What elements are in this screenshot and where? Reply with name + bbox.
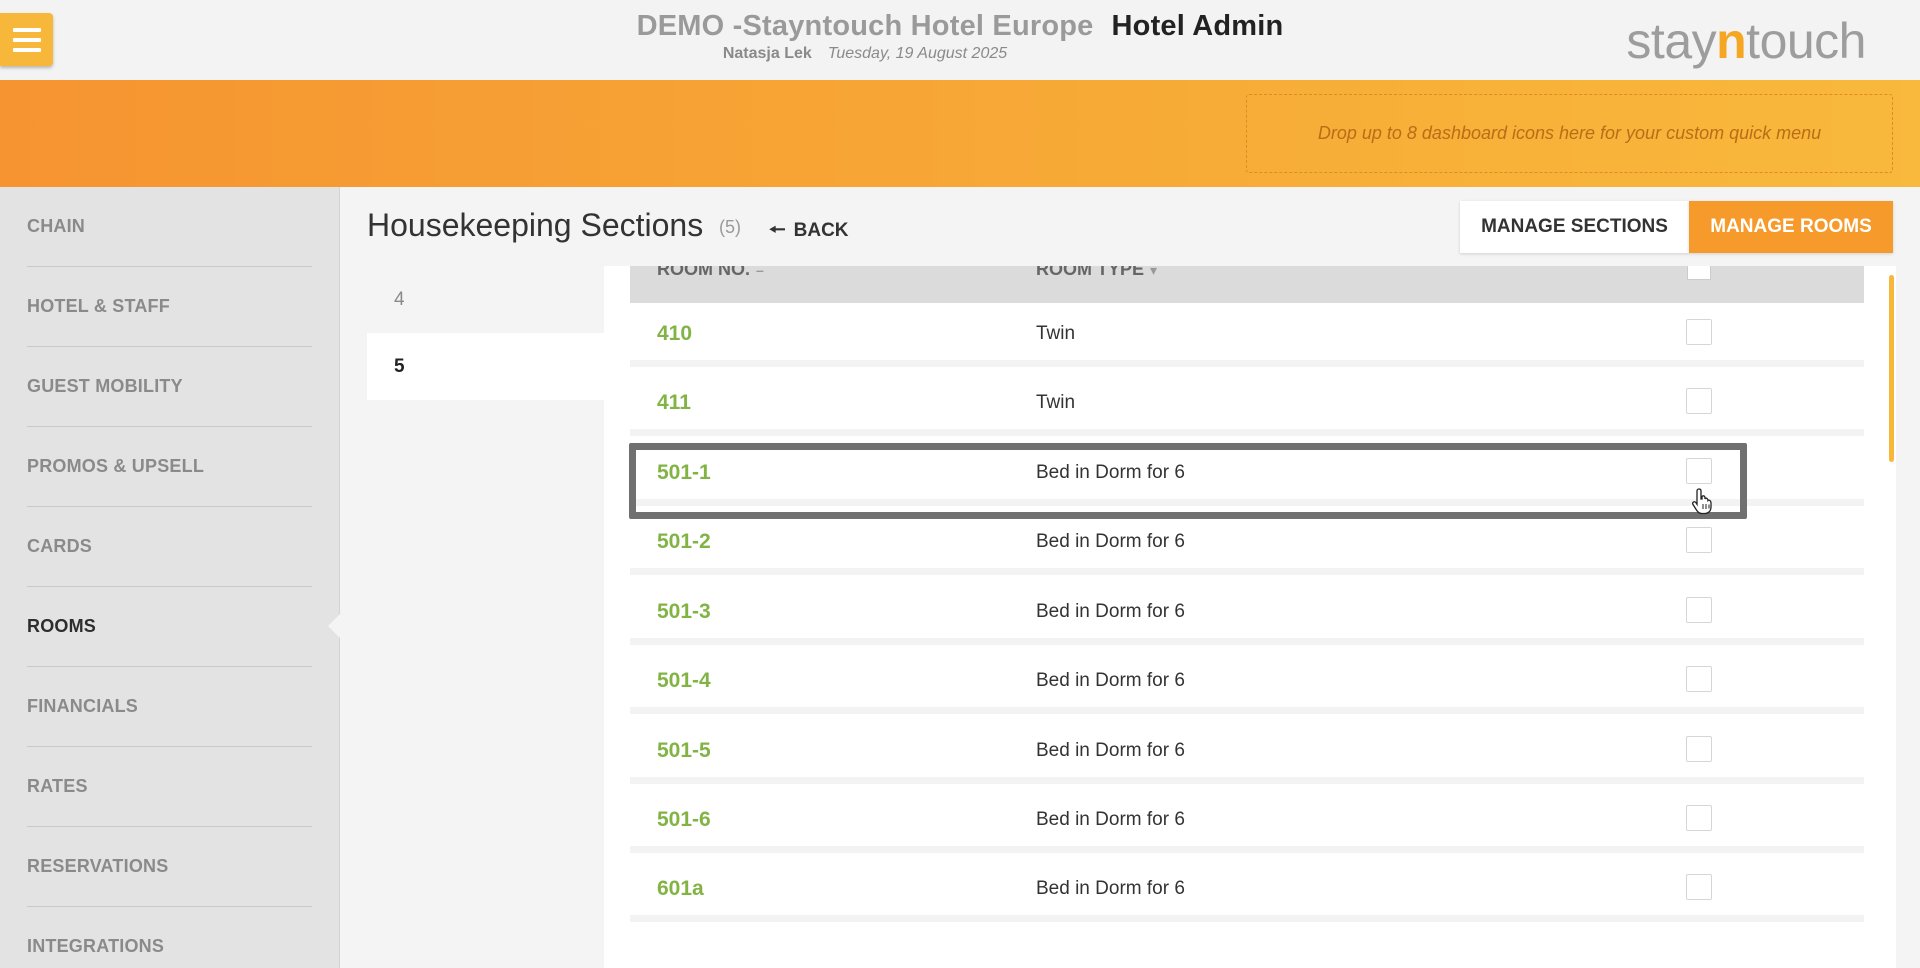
room-number-link[interactable]: 501-5 (657, 739, 711, 763)
room-type: Bed in Dorm for 6 (1036, 878, 1185, 899)
table-row: 501-5 Bed in Dorm for 6 (630, 720, 1864, 784)
room-number-link[interactable]: 411 (657, 391, 691, 415)
row-checkbox[interactable] (1686, 597, 1712, 623)
row-checkbox[interactable] (1686, 527, 1712, 553)
sidebar-item-cards[interactable]: CARDS (27, 507, 312, 587)
room-type: Twin (1036, 323, 1076, 344)
user-name: Natasja Lek (722, 45, 812, 62)
row-checkbox[interactable] (1686, 388, 1712, 414)
room-number-link[interactable]: 410 (657, 322, 692, 346)
rooms-table: ROOM NO. – ROOM TYPE ▾ 410 Twin 411 Twin 5… (604, 266, 1896, 968)
hand-pointer-icon (1691, 488, 1712, 515)
page-title: Housekeeping Sections (367, 207, 704, 243)
manage-sections-button[interactable]: MANAGE SECTIONS (1460, 201, 1689, 253)
room-number-link[interactable]: 501-2 (657, 530, 711, 554)
sidebar-item-financials[interactable]: FINANCIALS (27, 667, 312, 747)
active-nav-pointer (328, 614, 340, 638)
table-row: 501-1 Bed in Dorm for 6 (630, 442, 1864, 506)
sidebar-item-integrations[interactable]: INTEGRATIONS (27, 907, 312, 968)
table-row: 501-4 Bed in Dorm for 6 (630, 650, 1864, 714)
hotel-name: DEMO -Stayntouch Hotel Europe (636, 10, 1094, 42)
room-number-link[interactable]: 601a (657, 877, 704, 901)
table-row: 501-3 Bed in Dorm for 6 (630, 581, 1864, 645)
back-button[interactable]: 🠔 BACK (769, 216, 849, 248)
manage-rooms-button[interactable]: MANAGE ROOMS (1689, 201, 1893, 253)
sidebar-nav: CHAIN HOTEL & STAFF GUEST MOBILITY PROMO… (0, 187, 340, 968)
current-date: Tuesday, 19 August 2025 (827, 45, 1008, 62)
app-title: Hotel Admin (1111, 10, 1284, 42)
sort-down-icon: ▾ (1150, 266, 1158, 278)
column-header-room-type[interactable]: ROOM TYPE ▾ (1036, 266, 1157, 280)
room-number-link[interactable]: 501-1 (657, 461, 711, 485)
sidebar-item-hotel-staff[interactable]: HOTEL & STAFF (27, 267, 312, 347)
room-type: Bed in Dorm for 6 (1036, 531, 1185, 552)
room-type: Bed in Dorm for 6 (1036, 809, 1185, 830)
vertical-scrollbar[interactable] (1889, 275, 1894, 462)
room-number-link[interactable]: 501-4 (657, 669, 711, 693)
table-header: ROOM NO. – ROOM TYPE ▾ (630, 266, 1864, 303)
room-type: Twin (1036, 392, 1076, 413)
row-checkbox[interactable] (1686, 874, 1712, 900)
section-count: (5) (719, 217, 741, 237)
sidebar-item-rates[interactable]: RATES (27, 747, 312, 827)
quick-menu-band: Drop up to 8 dashboard icons here for yo… (0, 80, 1920, 187)
sort-icon: – (756, 266, 764, 278)
room-number-link[interactable]: 501-6 (657, 808, 711, 832)
top-header: DEMO -Stayntouch Hotel Europe Hotel Admin… (0, 0, 1920, 80)
arrow-left-icon: 🠔 (769, 220, 786, 241)
sidebar-item-reservations[interactable]: RESERVATIONS (27, 827, 312, 907)
room-type: Bed in Dorm for 6 (1036, 462, 1185, 483)
room-type: Bed in Dorm for 6 (1036, 740, 1185, 761)
table-row: 411 Twin (630, 372, 1864, 436)
select-all-checkbox[interactable] (1687, 266, 1711, 280)
row-checkbox[interactable] (1686, 666, 1712, 692)
table-row: 410 Twin (630, 303, 1864, 367)
table-row: 501-6 Bed in Dorm for 6 (630, 789, 1864, 853)
row-checkbox[interactable] (1686, 736, 1712, 762)
row-checkbox[interactable] (1686, 805, 1712, 831)
room-type: Bed in Dorm for 6 (1036, 601, 1185, 622)
section-item-4[interactable]: 4 (367, 266, 607, 333)
main-content: Housekeeping Sections (5) 🠔 BACK MANAGE S… (340, 187, 1920, 968)
sidebar-item-guest-mobility[interactable]: GUEST MOBILITY (27, 347, 312, 427)
row-checkbox[interactable] (1686, 458, 1712, 484)
room-number-link[interactable]: 501-3 (657, 600, 711, 624)
stayntouch-logo: stayntouch (1626, 13, 1866, 69)
sidebar-item-promos-upsell[interactable]: PROMOS & UPSELL (27, 427, 312, 507)
row-checkbox[interactable] (1686, 319, 1712, 345)
table-row: 601a Bed in Dorm for 6 (630, 858, 1864, 922)
sidebar-item-chain[interactable]: CHAIN (27, 187, 312, 267)
column-header-room-no[interactable]: ROOM NO. – (657, 266, 764, 280)
section-item-5[interactable]: 5 (367, 333, 607, 400)
room-type: Bed in Dorm for 6 (1036, 670, 1185, 691)
section-list: 4 5 (367, 266, 607, 400)
sidebar-item-rooms[interactable]: ROOMS (27, 587, 312, 667)
table-row: 501-2 Bed in Dorm for 6 (630, 511, 1864, 575)
quick-menu-dropzone[interactable]: Drop up to 8 dashboard icons here for yo… (1246, 94, 1893, 173)
